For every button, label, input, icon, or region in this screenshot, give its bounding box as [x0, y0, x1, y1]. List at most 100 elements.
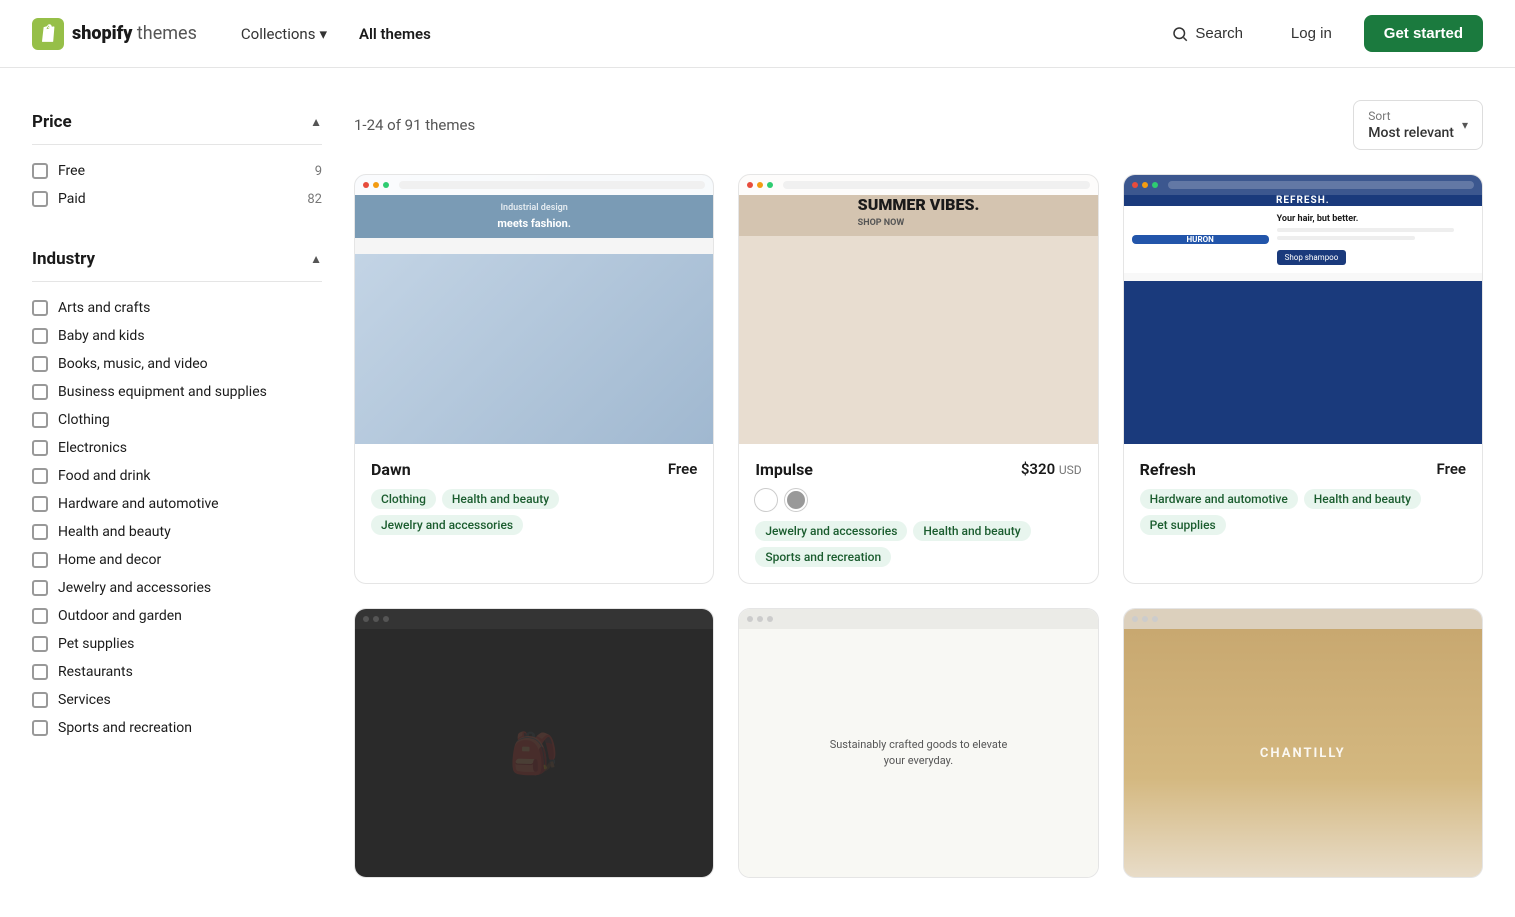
theme-preview-warm: CHANTILLY: [1124, 609, 1482, 878]
results-bar: 1-24 of 91 themes Sort Most relevant ▾: [354, 100, 1483, 150]
filter-item-electronics[interactable]: Electronics: [32, 434, 322, 462]
paid-checkbox[interactable]: [32, 191, 48, 207]
sort-select[interactable]: Sort Most relevant ▾: [1353, 100, 1483, 150]
filter-item-restaurants[interactable]: Restaurants: [32, 658, 322, 686]
get-started-button[interactable]: Get started: [1364, 15, 1483, 52]
main-content: 1-24 of 91 themes Sort Most relevant ▾: [354, 100, 1483, 878]
swatch-1[interactable]: [785, 489, 807, 511]
clothing-checkbox[interactable]: [32, 412, 48, 428]
home-checkbox[interactable]: [32, 552, 48, 568]
theme-card-theme6[interactable]: CHANTILLY: [1123, 608, 1483, 879]
theme-card-impulse[interactable]: SUMMER VIBES. SHOP NOW Impulse $320 USD: [738, 174, 1098, 584]
outdoor-label: Outdoor and garden: [58, 608, 182, 624]
theme-info-impulse: Impulse $320 USD Jewelry and accessories…: [739, 444, 1097, 583]
theme-tag[interactable]: Sports and recreation: [755, 547, 891, 567]
price-filter-header[interactable]: Price ▲: [32, 100, 322, 145]
theme-price-impulse: $320 USD: [1021, 460, 1082, 478]
filter-item-health[interactable]: Health and beauty: [32, 518, 322, 546]
themes-grid: Industrial design meets fashion. Dawn: [354, 174, 1483, 878]
theme-swatches-impulse: [755, 489, 1081, 511]
industry-filter-header[interactable]: Industry ▲: [32, 237, 322, 282]
brand-logo[interactable]: shopify themes: [32, 18, 197, 50]
arts-checkbox[interactable]: [32, 300, 48, 316]
theme-card-theme4[interactable]: 🎒: [354, 608, 714, 879]
paid-count: 82: [307, 192, 322, 207]
filter-item-books[interactable]: Books, music, and video: [32, 350, 322, 378]
electronics-label: Electronics: [58, 440, 127, 456]
results-count: 1-24 of 91 themes: [354, 116, 475, 134]
all-themes-link[interactable]: All themes: [347, 17, 443, 51]
sort-value: Most relevant: [1368, 125, 1454, 141]
business-checkbox[interactable]: [32, 384, 48, 400]
login-button[interactable]: Log in: [1275, 17, 1348, 50]
food-checkbox[interactable]: [32, 468, 48, 484]
theme-preview-dawn: Industrial design meets fashion.: [355, 175, 713, 444]
health-label: Health and beauty: [58, 524, 171, 540]
books-checkbox[interactable]: [32, 356, 48, 372]
restaurants-checkbox[interactable]: [32, 664, 48, 680]
filter-item-free[interactable]: Free 9: [32, 157, 322, 185]
food-label: Food and drink: [58, 468, 151, 484]
filter-item-hardware[interactable]: Hardware and automotive: [32, 490, 322, 518]
theme-tag[interactable]: Hardware and automotive: [1140, 489, 1298, 509]
filter-item-outdoor[interactable]: Outdoor and garden: [32, 602, 322, 630]
paid-label: Paid: [58, 191, 86, 207]
jewelry-checkbox[interactable]: [32, 580, 48, 596]
business-label: Business equipment and supplies: [58, 384, 267, 400]
sort-label: Sort: [1368, 109, 1454, 123]
theme-tag[interactable]: Health and beauty: [442, 489, 559, 509]
swatch-0[interactable]: [755, 489, 777, 511]
filter-item-clothing[interactable]: Clothing: [32, 406, 322, 434]
outdoor-checkbox[interactable]: [32, 608, 48, 624]
chevron-down-icon: ▾: [319, 25, 327, 43]
navbar: shopify themes Collections ▾ All themes …: [0, 0, 1515, 68]
search-icon: [1171, 25, 1189, 43]
free-checkbox[interactable]: [32, 163, 48, 179]
sports-checkbox[interactable]: [32, 720, 48, 736]
filter-item-baby[interactable]: Baby and kids: [32, 322, 322, 350]
shopify-icon: [32, 18, 64, 50]
hardware-checkbox[interactable]: [32, 496, 48, 512]
filter-item-pet[interactable]: Pet supplies: [32, 630, 322, 658]
clothing-label: Clothing: [58, 412, 110, 428]
pet-checkbox[interactable]: [32, 636, 48, 652]
filter-item-services[interactable]: Services: [32, 686, 322, 714]
theme-price-dawn: Free: [668, 460, 697, 478]
theme-card-refresh[interactable]: REFRESH. HURON Your hair, but better. Sh…: [1123, 174, 1483, 584]
search-button[interactable]: Search: [1155, 17, 1259, 51]
theme-tag[interactable]: Health and beauty: [1304, 489, 1421, 509]
theme-tags-dawn: Clothing Health and beauty Jewelry and acc…: [371, 489, 697, 535]
theme-preview-impulse: SUMMER VIBES. SHOP NOW: [739, 175, 1097, 444]
theme-name-dawn: Dawn: [371, 460, 411, 479]
theme-tag[interactable]: Jewelry and accessories: [755, 521, 907, 541]
filter-item-jewelry[interactable]: Jewelry and accessories: [32, 574, 322, 602]
nav-actions: Search Log in Get started: [1155, 15, 1483, 52]
baby-label: Baby and kids: [58, 328, 145, 344]
theme-tag[interactable]: Health and beauty: [913, 521, 1030, 541]
theme-preview-dark: 🎒: [355, 609, 713, 878]
filter-item-business[interactable]: Business equipment and supplies: [32, 378, 322, 406]
filter-item-sports[interactable]: Sports and recreation: [32, 714, 322, 742]
theme-tag[interactable]: Jewelry and accessories: [371, 515, 523, 535]
filter-item-paid[interactable]: Paid 82: [32, 185, 322, 213]
collections-link[interactable]: Collections ▾: [229, 17, 339, 51]
baby-checkbox[interactable]: [32, 328, 48, 344]
theme-tag[interactable]: Pet supplies: [1140, 515, 1226, 535]
arts-label: Arts and crafts: [58, 300, 150, 316]
theme-preview-refresh: REFRESH. HURON Your hair, but better. Sh…: [1124, 175, 1482, 444]
services-checkbox[interactable]: [32, 692, 48, 708]
brand-name: shopify themes: [72, 23, 197, 44]
health-checkbox[interactable]: [32, 524, 48, 540]
filter-item-home[interactable]: Home and decor: [32, 546, 322, 574]
theme-card-theme5[interactable]: Sustainably crafted goods to elevateyour…: [738, 608, 1098, 879]
theme-tag[interactable]: Clothing: [371, 489, 436, 509]
theme-card-dawn[interactable]: Industrial design meets fashion. Dawn: [354, 174, 714, 584]
filter-item-arts[interactable]: Arts and crafts: [32, 294, 322, 322]
sidebar: Price ▲ Free 9 Paid 82 Industry: [32, 100, 322, 878]
theme-tags-impulse: Jewelry and accessories Health and beauty…: [755, 521, 1081, 567]
electronics-checkbox[interactable]: [32, 440, 48, 456]
nav-links: Collections ▾ All themes: [229, 17, 443, 51]
industry-filter-section: Industry ▲ Arts and crafts Baby and kids…: [32, 237, 322, 742]
pet-label: Pet supplies: [58, 636, 134, 652]
filter-item-food[interactable]: Food and drink: [32, 462, 322, 490]
